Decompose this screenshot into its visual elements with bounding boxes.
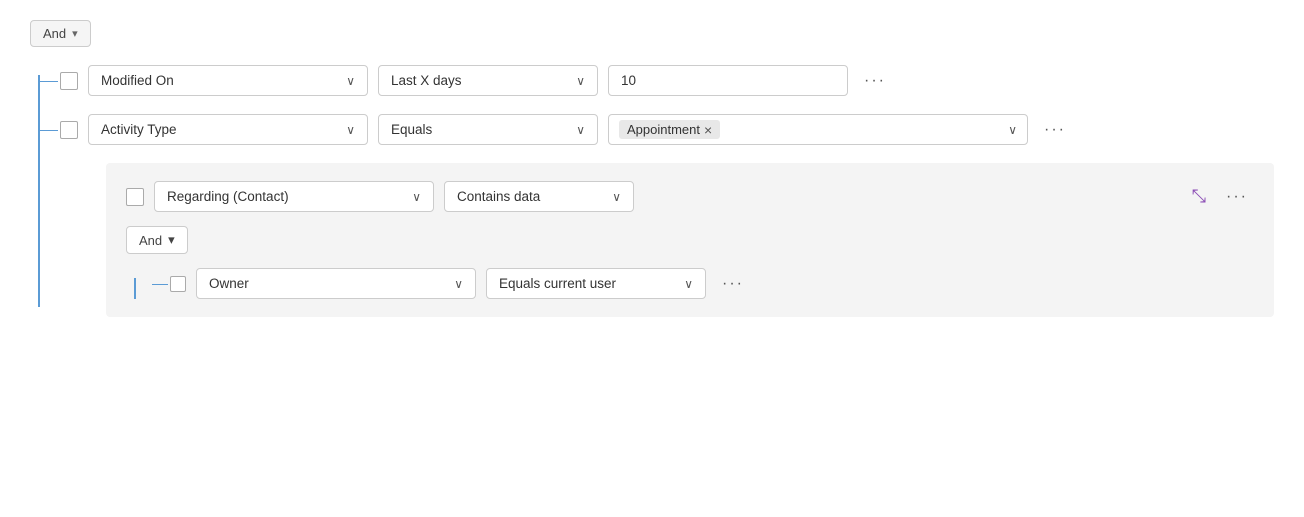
field-label-owner: Owner [209,276,249,291]
tag-label: Appointment [627,122,700,137]
field-chevron-icon-nested: ∨ [454,277,463,291]
sub-section: Regarding (Contact) ∨ Contains data ∨ ⤡ … [106,163,1274,317]
field-dropdown-activity-type[interactable]: Activity Type ∨ [88,114,368,145]
sub-and-chevron-icon: ▾ [168,232,175,248]
field-dropdown-regarding[interactable]: Regarding (Contact) ∨ [154,181,434,212]
field-chevron-icon-2: ∨ [346,123,355,137]
operator-dropdown-equals-current-user[interactable]: Equals current user ∨ [486,268,706,299]
row1-checkbox[interactable] [60,72,78,90]
row2-checkbox[interactable] [60,121,78,139]
operator-chevron-icon-2: ∨ [576,123,585,137]
tag-dropdown-appointment[interactable]: Appointment × ∨ [608,114,1028,145]
row-line-1 [38,81,58,82]
value-input-row1[interactable] [608,65,848,96]
and-chevron-icon: ▾ [72,27,78,40]
field-dropdown-owner[interactable]: Owner ∨ [196,268,476,299]
operator-dropdown-contains-data[interactable]: Contains data ∨ [444,181,634,212]
sub-and-label: And [139,233,162,248]
nested-line [152,284,168,285]
nested-checkbox[interactable] [170,276,186,292]
operator-dropdown-last-x-days[interactable]: Last X days ∨ [378,65,598,96]
row2-ellipsis-button[interactable]: ··· [1038,117,1072,143]
operator-chevron-icon-1: ∨ [576,74,585,88]
field-chevron-icon-1: ∨ [346,74,355,88]
row1-ellipsis-button[interactable]: ··· [858,68,892,94]
sub-row-checkbox[interactable] [126,188,144,206]
row-line-2 [38,130,58,131]
nested-ellipsis-button[interactable]: ··· [716,271,750,297]
field-chevron-icon-sub: ∨ [412,190,421,204]
operator-label-contains-data: Contains data [457,189,540,204]
main-vertical-line [38,75,40,307]
tag-dropdown-chevron: ∨ [1008,123,1017,137]
filter-row-activity-type: Activity Type ∨ Equals ∨ Appointment × ∨… [60,114,1274,145]
field-label-modified-on: Modified On [101,73,174,88]
sub-row-regarding: Regarding (Contact) ∨ Contains data ∨ ⤡ … [126,181,1254,212]
collapse-icon[interactable]: ⤡ [1188,182,1210,211]
tag-close-icon[interactable]: × [704,123,712,137]
field-dropdown-modified-on[interactable]: Modified On ∨ [88,65,368,96]
sub-and-button[interactable]: And ▾ [126,226,188,254]
sub-row-ellipsis-button[interactable]: ··· [1220,184,1254,210]
appointment-tag: Appointment × [619,120,720,139]
and-label: And [43,26,66,41]
operator-dropdown-equals[interactable]: Equals ∨ [378,114,598,145]
field-label-activity-type: Activity Type [101,122,177,137]
nested-row-owner: Owner ∨ Equals current user ∨ ··· [170,268,1254,299]
operator-chevron-icon-nested: ∨ [684,277,693,291]
top-and-button[interactable]: And ▾ [30,20,91,47]
filter-row-modified-on: Modified On ∨ Last X days ∨ ··· [60,65,1274,96]
operator-label-equals-current-user: Equals current user [499,276,616,291]
sub-vertical-line [134,278,136,299]
collapse-icon-symbol: ⤡ [1192,186,1206,207]
operator-label-last-x-days: Last X days [391,73,462,88]
operator-chevron-icon-sub: ∨ [612,190,621,204]
field-label-regarding: Regarding (Contact) [167,189,289,204]
operator-label-equals: Equals [391,122,432,137]
